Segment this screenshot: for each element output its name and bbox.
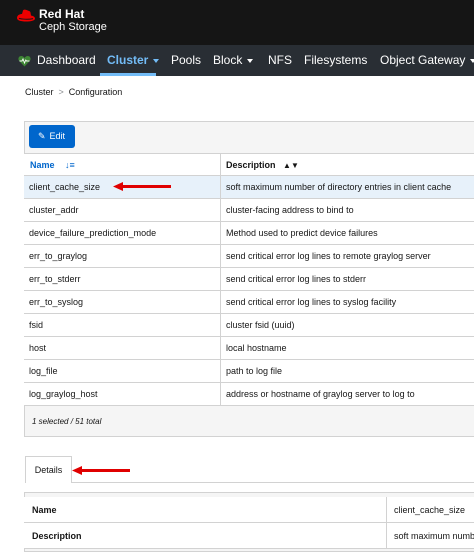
column-divider [220, 154, 221, 177]
cell-description: address or hostname of graylog server to… [226, 389, 415, 399]
main-nav: Dashboard Cluster Pools Block NFS Filesy… [0, 45, 474, 76]
chevron-down-icon [247, 58, 254, 63]
annotation-arrow-icon [72, 466, 130, 475]
pencil-icon: ✎ [38, 131, 46, 141]
cell-description: soft maximum number of directory entries… [226, 182, 452, 192]
table-row[interactable]: log_file path to log file [24, 360, 474, 383]
table-row[interactable]: err_to_syslog send critical error log li… [24, 291, 474, 314]
edit-button-label: Edit [49, 131, 66, 141]
column-header-name-label: Name [30, 160, 55, 170]
breadcrumb-item-cluster[interactable]: Cluster [25, 87, 54, 97]
details-label: Name [32, 505, 57, 515]
cell-description: cluster fsid (uuid) [226, 320, 295, 330]
cell-description: cluster-facing address to bind to [226, 205, 354, 215]
red-hat-logo-icon[interactable] [15, 9, 37, 23]
table-row[interactable]: host local hostname [24, 337, 474, 360]
cell-description: path to log file [226, 366, 283, 376]
tab-details[interactable]: Details [25, 456, 72, 483]
nav-item-cluster[interactable]: Cluster [107, 45, 160, 76]
table-row[interactable]: log_graylog_host address or hostname of … [24, 383, 474, 406]
selection-status: 1 selected / 51 total [32, 417, 102, 426]
cell-description: send critical error log lines to syslog … [226, 297, 397, 307]
nav-item-pools-label: Pools [171, 53, 202, 67]
table-row[interactable]: fsid cluster fsid (uuid) [24, 314, 474, 337]
nav-item-object-gateway-label: Object Gateway [380, 53, 466, 67]
cell-description: send critical error log lines to stderr [226, 274, 367, 284]
chevron-down-icon [153, 58, 160, 63]
nav-item-filesystems-label: Filesystems [304, 53, 368, 67]
cell-name: cluster_addr [29, 205, 79, 215]
breadcrumb: Cluster > Configuration [25, 87, 122, 97]
details-row: Description soft maximum numb [24, 523, 474, 549]
table-header: Name ↓≡ Description ▲▼ [24, 153, 474, 177]
details-value: client_cache_size [394, 505, 466, 515]
nav-item-dashboard-label: Dashboard [37, 53, 96, 67]
column-header-description[interactable]: Description ▲▼ [226, 154, 299, 176]
details-row: Name client_cache_size [24, 497, 474, 523]
nav-item-block-label: Block [213, 53, 243, 67]
nav-item-object-gateway[interactable]: Object Gateway [380, 45, 474, 76]
nav-active-indicator [100, 73, 156, 76]
cell-name: fsid [29, 320, 44, 330]
chevron-down-icon [470, 58, 474, 63]
heartbeat-icon [18, 56, 31, 67]
table-row[interactable]: err_to_stderr send critical error log li… [24, 268, 474, 291]
nav-item-dashboard[interactable]: Dashboard [37, 45, 96, 76]
nav-item-block[interactable]: Block [213, 45, 254, 76]
cell-name: device_failure_prediction_mode [29, 228, 157, 238]
cell-name: err_to_syslog [29, 297, 84, 307]
table-row[interactable]: device_failure_prediction_mode Method us… [24, 222, 474, 245]
sort-amount-down-icon: ↓≡ [65, 160, 75, 170]
column-header-description-label: Description [226, 160, 276, 170]
nav-item-nfs-label: NFS [268, 53, 292, 67]
breadcrumb-item-configuration: Configuration [68, 87, 123, 97]
column-header-name[interactable]: Name ↓≡ [30, 154, 75, 176]
brand-bar: Red Hat Ceph Storage [0, 0, 474, 45]
nav-item-nfs[interactable]: NFS [268, 45, 292, 76]
cell-name: err_to_stderr [29, 274, 81, 284]
cell-name: err_to_graylog [29, 251, 88, 261]
details-value: soft maximum numb [394, 531, 474, 541]
table-row[interactable]: err_to_graylog send critical error log l… [24, 245, 474, 268]
nav-item-cluster-label: Cluster [107, 53, 149, 67]
edit-button[interactable]: ✎ Edit [29, 125, 75, 148]
annotation-arrow-icon [113, 182, 171, 191]
cell-name: host [29, 343, 47, 353]
cell-name: log_graylog_host [29, 389, 98, 399]
table-row[interactable]: cluster_addr cluster-facing address to b… [24, 199, 474, 222]
brand-product: Ceph Storage [39, 21, 107, 33]
cell-description: Method used to predict device failures [226, 228, 378, 238]
details-label: Description [32, 531, 82, 541]
cell-description: local hostname [226, 343, 287, 353]
nav-item-filesystems[interactable]: Filesystems [304, 45, 367, 76]
sort-icon: ▲▼ [283, 161, 299, 170]
cell-name: log_file [29, 366, 58, 376]
brand-name: Red Hat [39, 7, 85, 21]
table-row[interactable]: client_cache_size soft maximum number of… [24, 176, 474, 199]
nav-item-pools[interactable]: Pools [171, 45, 201, 76]
cell-description: send critical error log lines to remote … [226, 251, 431, 261]
tab-divider [72, 482, 474, 483]
breadcrumb-separator: > [58, 87, 64, 97]
